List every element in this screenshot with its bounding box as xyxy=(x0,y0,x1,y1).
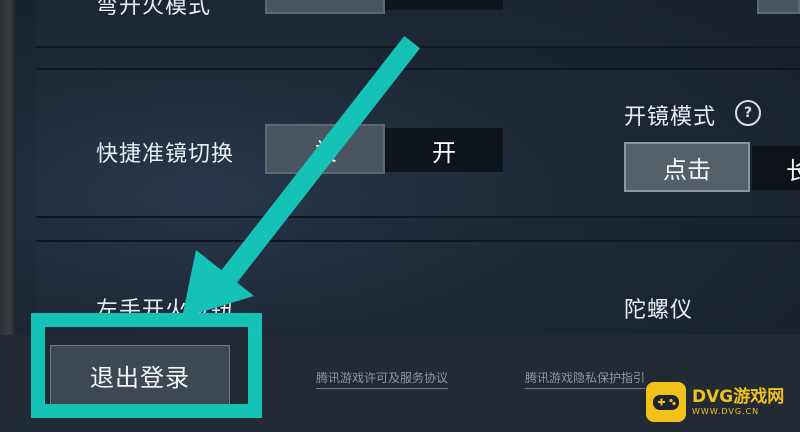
annotation-highlight-box xyxy=(31,313,262,418)
watermark-brand: DVG游戏网 xyxy=(692,387,785,407)
watermark-domain: WWW.DVG.CN xyxy=(692,407,760,416)
gamepad-icon xyxy=(646,382,686,422)
dvg-watermark-logo: DVG游戏网 WWW.DVG.CN xyxy=(646,378,794,426)
